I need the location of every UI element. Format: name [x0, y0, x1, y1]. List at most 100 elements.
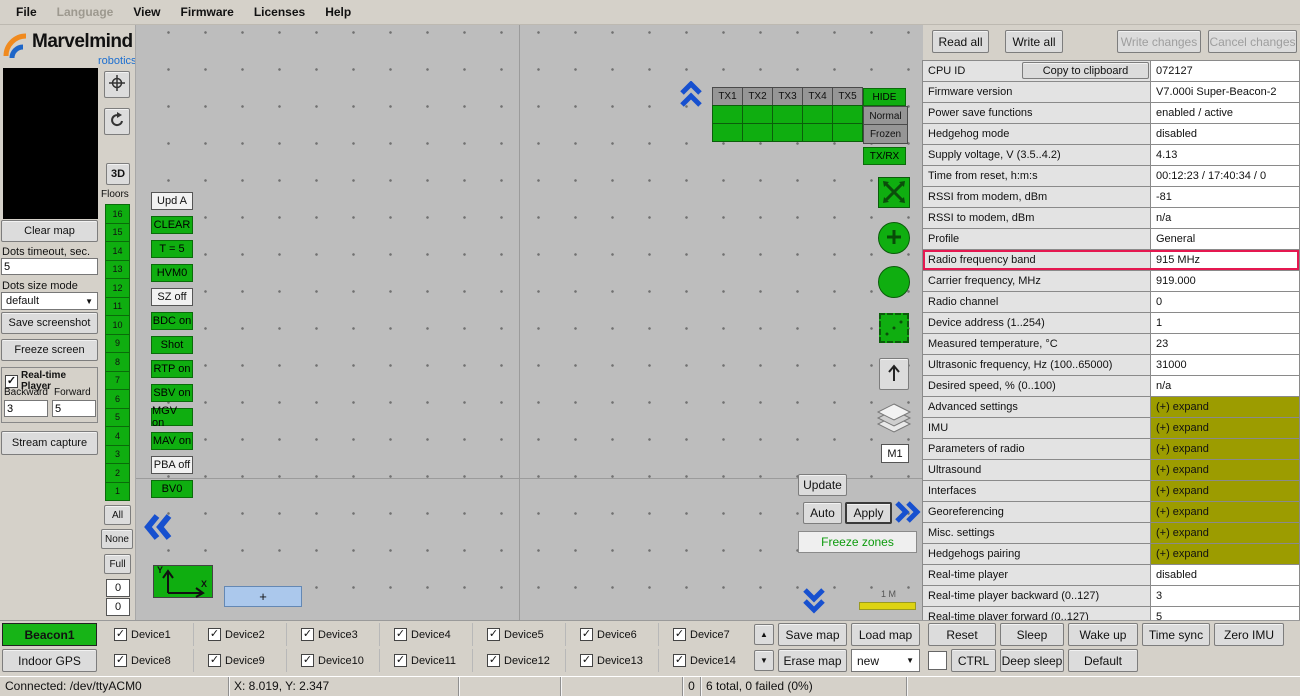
param-value[interactable]: 919.000 — [1151, 271, 1299, 291]
floor-cell[interactable]: 12 — [105, 278, 130, 298]
floor-spinner-upper[interactable]: 0 — [106, 579, 130, 597]
freeze-screen-button[interactable]: Freeze screen — [1, 339, 98, 361]
pan-left-button[interactable] — [144, 512, 172, 545]
menu-view[interactable]: View — [123, 1, 170, 23]
shot-button[interactable]: Shot — [151, 336, 193, 354]
add-submap-button[interactable]: + — [224, 586, 302, 607]
zoom-in-button[interactable] — [878, 222, 910, 254]
device-checkbox[interactable]: ✓ — [673, 654, 686, 667]
tx-column-header[interactable]: TX5 — [832, 87, 863, 106]
tx-column-header[interactable]: TX3 — [772, 87, 803, 106]
tx-cell[interactable] — [772, 123, 803, 142]
layers-button[interactable] — [876, 402, 912, 439]
param-value[interactable]: 1 — [1151, 313, 1299, 333]
floor-cell[interactable]: 13 — [105, 260, 130, 280]
floor-cell[interactable]: 3 — [105, 445, 130, 465]
menu-help[interactable]: Help — [315, 1, 361, 23]
device-checkbox[interactable]: ✓ — [114, 628, 127, 641]
read-all-button[interactable]: Read all — [932, 30, 989, 53]
expand-toggle[interactable]: (+) expand — [1151, 481, 1299, 501]
bv0-button[interactable]: BV0 — [151, 480, 193, 498]
apply-button[interactable]: Apply — [845, 502, 892, 524]
zoom-out-button[interactable] — [878, 266, 910, 298]
dots-size-select[interactable]: default ▼ — [1, 292, 98, 310]
ctrl-checkbox[interactable] — [928, 651, 947, 670]
device-checkbox[interactable]: ✓ — [301, 654, 314, 667]
mav-on-button[interactable]: MAV on — [151, 432, 193, 450]
move-up-button[interactable] — [879, 358, 909, 390]
tx-column-header[interactable]: TX1 — [712, 87, 743, 106]
write-changes-button[interactable]: Write changes — [1117, 30, 1201, 53]
update-button[interactable]: Update — [798, 474, 847, 496]
tx-cell[interactable] — [742, 105, 773, 124]
expand-toggle[interactable]: (+) expand — [1151, 502, 1299, 522]
floor-cell[interactable]: 4 — [105, 426, 130, 446]
param-value[interactable]: 00:12:23 / 17:40:34 / 0 — [1151, 166, 1299, 186]
fit-view-button[interactable] — [878, 177, 910, 211]
m1-marker[interactable]: M1 — [881, 444, 909, 463]
tx-normal-button[interactable]: Normal — [863, 106, 908, 126]
realtime-player-checkbox[interactable]: ✓ — [5, 375, 18, 388]
sleep-button[interactable]: Sleep — [1000, 623, 1064, 646]
crosshair-button[interactable] — [104, 71, 130, 98]
menu-language[interactable]: Language — [47, 1, 124, 23]
rotate-button[interactable] — [104, 108, 130, 135]
device-checkbox[interactable]: ✓ — [114, 654, 127, 667]
pan-down-button[interactable] — [801, 587, 827, 618]
floor-cell[interactable]: 9 — [105, 334, 130, 354]
cancel-changes-button[interactable]: Cancel changes — [1208, 30, 1297, 53]
floor-cell[interactable]: 14 — [105, 241, 130, 261]
tx-cell[interactable] — [712, 123, 743, 142]
floor-spinner-lower[interactable]: 0 — [106, 598, 130, 616]
freeze-zones-button[interactable]: Freeze zones — [798, 531, 917, 553]
tx-txrx-button[interactable]: TX/RX — [863, 147, 906, 165]
map-select[interactable]: new ▼ — [851, 649, 920, 672]
device-scroll-up-button[interactable]: ▲ — [754, 624, 774, 645]
floors-full-button[interactable]: Full — [104, 554, 131, 574]
device-checkbox[interactable]: ✓ — [394, 654, 407, 667]
param-value[interactable]: 23 — [1151, 334, 1299, 354]
save-map-button[interactable]: Save map — [778, 623, 847, 646]
param-value[interactable]: 4.13 — [1151, 145, 1299, 165]
expand-toggle[interactable]: (+) expand — [1151, 397, 1299, 417]
mgv-on-button[interactable]: MGV on — [151, 408, 193, 426]
menu-firmware[interactable]: Firmware — [170, 1, 243, 23]
param-value[interactable]: 0 — [1151, 292, 1299, 312]
device-checkbox[interactable]: ✓ — [580, 654, 593, 667]
map-canvas[interactable]: TX1 TX2 TX3 TX4 TX5 HIDE Normal Frozen T… — [135, 25, 923, 620]
dots-timeout-input[interactable] — [1, 258, 98, 275]
tx-cell[interactable] — [832, 123, 863, 142]
write-all-button[interactable]: Write all — [1005, 30, 1063, 53]
save-screenshot-button[interactable]: Save screenshot — [1, 312, 98, 334]
load-map-button[interactable]: Load map — [851, 623, 920, 646]
copy-to-clipboard-button[interactable]: Copy to clipboard — [1022, 62, 1149, 79]
tx-frozen-button[interactable]: Frozen — [863, 124, 908, 144]
view-3d-button[interactable]: 3D — [106, 163, 130, 185]
deep-sleep-button[interactable]: Deep sleep — [1000, 649, 1064, 672]
device-checkbox[interactable]: ✓ — [301, 628, 314, 641]
erase-map-button[interactable]: Erase map — [778, 649, 847, 672]
param-value[interactable]: enabled / active — [1151, 103, 1299, 123]
menu-file[interactable]: File — [6, 1, 47, 23]
sz-off-button[interactable]: SZ off — [151, 288, 193, 306]
param-value[interactable]: 072127 — [1151, 61, 1299, 81]
param-value[interactable]: 915 MHz — [1151, 250, 1299, 270]
expand-toggle[interactable]: (+) expand — [1151, 439, 1299, 459]
floor-cell[interactable]: 6 — [105, 389, 130, 409]
param-value[interactable]: General — [1151, 229, 1299, 249]
pan-up-button[interactable] — [679, 81, 703, 111]
param-value[interactable]: n/a — [1151, 208, 1299, 228]
device-checkbox[interactable]: ✓ — [208, 628, 221, 641]
beacon1-button[interactable]: Beacon1 — [2, 623, 97, 646]
param-value[interactable]: n/a — [1151, 376, 1299, 396]
param-value[interactable]: disabled — [1151, 124, 1299, 144]
t5-button[interactable]: T = 5 — [151, 240, 193, 258]
floor-cell[interactable]: 7 — [105, 371, 130, 391]
param-value[interactable]: V7.000i Super-Beacon-2 — [1151, 82, 1299, 102]
device-checkbox[interactable]: ✓ — [394, 628, 407, 641]
reset-button[interactable]: Reset — [928, 623, 996, 646]
tx-cell[interactable] — [712, 105, 743, 124]
param-value[interactable]: 3 — [1151, 586, 1299, 606]
floor-cell[interactable]: 5 — [105, 408, 130, 428]
rtp-on-button[interactable]: RTP on — [151, 360, 193, 378]
